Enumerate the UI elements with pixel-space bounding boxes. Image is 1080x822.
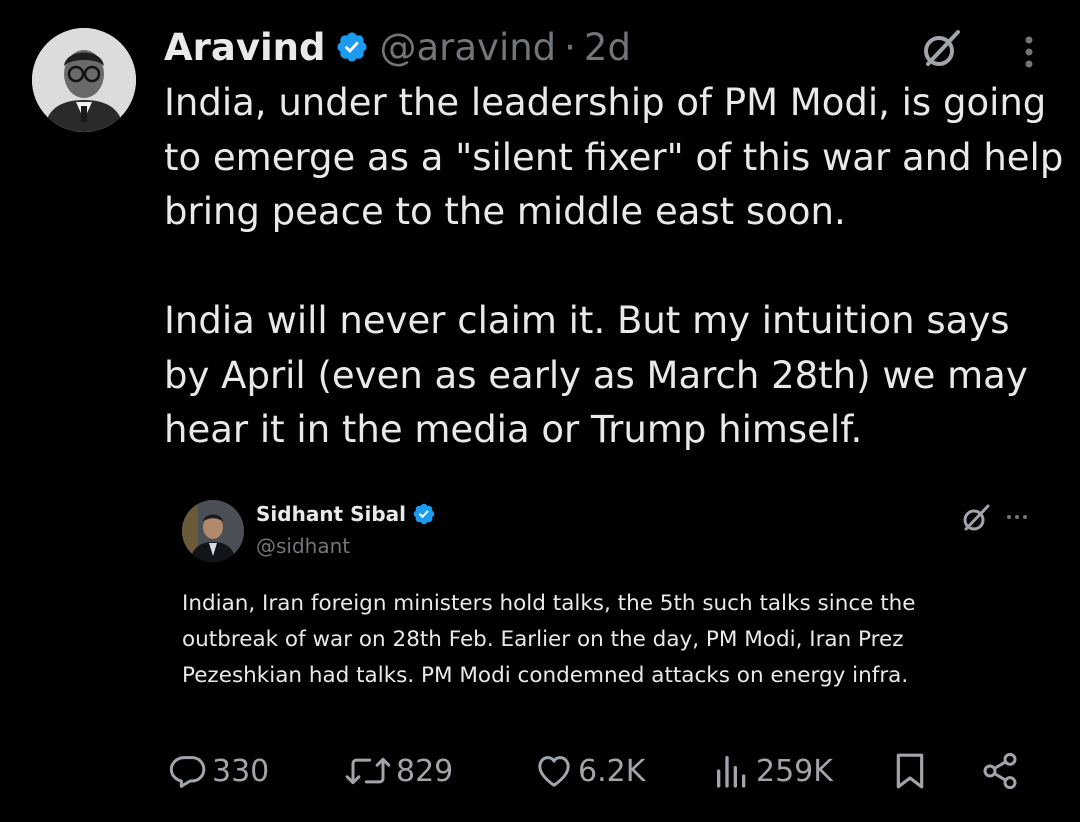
grok-icon[interactable] [960, 502, 992, 534]
like-count: 6.2K [578, 753, 646, 789]
repost-button[interactable]: 829 [344, 748, 453, 794]
share-icon [983, 752, 1017, 790]
quote-author-handle[interactable]: @sidhant [256, 534, 350, 558]
heart-icon [538, 756, 570, 787]
reply-bubble-icon [169, 756, 206, 788]
quote-author-name-row: Sidhant Sibal [256, 502, 436, 526]
repost-arrows-icon [345, 757, 391, 785]
reply-button[interactable]: 330 [168, 748, 269, 794]
share-button[interactable] [980, 748, 1020, 794]
tweet-header: Aravind @aravind · 2d [164, 22, 631, 72]
quote-text: Indian, Iran foreign ministers hold talk… [182, 591, 916, 688]
repost-count: 829 [396, 753, 454, 789]
views-button[interactable]: 259K [712, 748, 833, 794]
verified-badge-icon [413, 503, 435, 525]
action-bar: 330 829 6.2K 259K [168, 748, 1038, 794]
more-options-icon[interactable] [1004, 504, 1030, 530]
reply-count: 330 [212, 753, 270, 789]
tweet-card: Aravind @aravind · 2d India, under the l… [0, 0, 1080, 822]
views-count: 259K [756, 753, 833, 789]
author-name[interactable]: Aravind [164, 26, 325, 69]
more-options-icon[interactable] [1014, 32, 1044, 72]
tweet-paragraph: India, under the leadership of PM Modi, … [164, 81, 1064, 233]
separator-dot: · [564, 25, 576, 69]
verified-badge-icon [337, 32, 368, 62]
post-time[interactable]: 2d [584, 26, 631, 69]
quote-author-name[interactable]: Sidhant Sibal [256, 502, 406, 526]
author-handle[interactable]: @aravind [379, 26, 556, 69]
tweet-text: India, under the leadership of PM Modi, … [164, 76, 1064, 458]
like-button[interactable]: 6.2K [534, 748, 645, 794]
bookmark-button[interactable] [890, 748, 930, 794]
quote-author-avatar[interactable] [182, 500, 244, 562]
grok-icon[interactable] [918, 26, 964, 72]
bookmark-icon [896, 753, 924, 789]
author-avatar[interactable] [32, 28, 136, 132]
analytics-bars-icon [717, 756, 746, 788]
tweet-paragraph: India will never claim it. But my intuit… [164, 299, 1028, 451]
